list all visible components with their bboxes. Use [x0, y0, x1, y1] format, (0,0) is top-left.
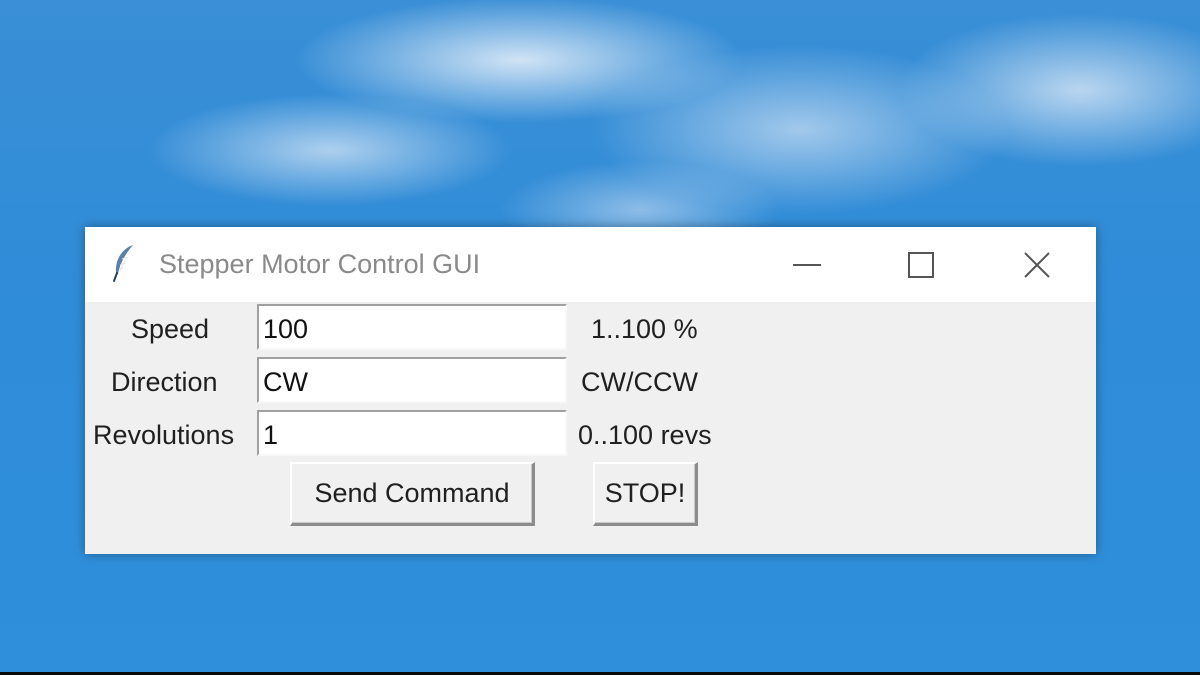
direction-label: Direction — [111, 367, 218, 397]
revolutions-input[interactable] — [257, 410, 567, 456]
close-icon — [1023, 251, 1051, 279]
speed-label: Speed — [131, 314, 210, 344]
window-title: Stepper Motor Control GUI — [159, 249, 481, 279]
speed-input[interactable] — [257, 304, 567, 350]
direction-hint: CW/CCW — [581, 367, 698, 397]
minimize-button[interactable] — [752, 227, 862, 302]
close-button[interactable] — [982, 227, 1092, 302]
feather-icon — [111, 243, 137, 283]
title-bar[interactable]: Stepper Motor Control GUI — [85, 227, 1096, 302]
minimize-icon — [793, 263, 821, 267]
speed-hint: 1..100 % — [591, 314, 698, 344]
maximize-button[interactable] — [866, 227, 976, 302]
stop-button[interactable]: STOP! — [593, 462, 698, 526]
revolutions-label: Revolutions — [93, 420, 235, 450]
revolutions-hint: 0..100 revs — [578, 420, 712, 450]
direction-input[interactable] — [257, 357, 567, 403]
send-command-button[interactable]: Send Command — [290, 462, 535, 526]
maximize-icon — [908, 251, 934, 278]
app-window: Stepper Motor Control GUI Speed 1..100 %… — [85, 227, 1096, 554]
